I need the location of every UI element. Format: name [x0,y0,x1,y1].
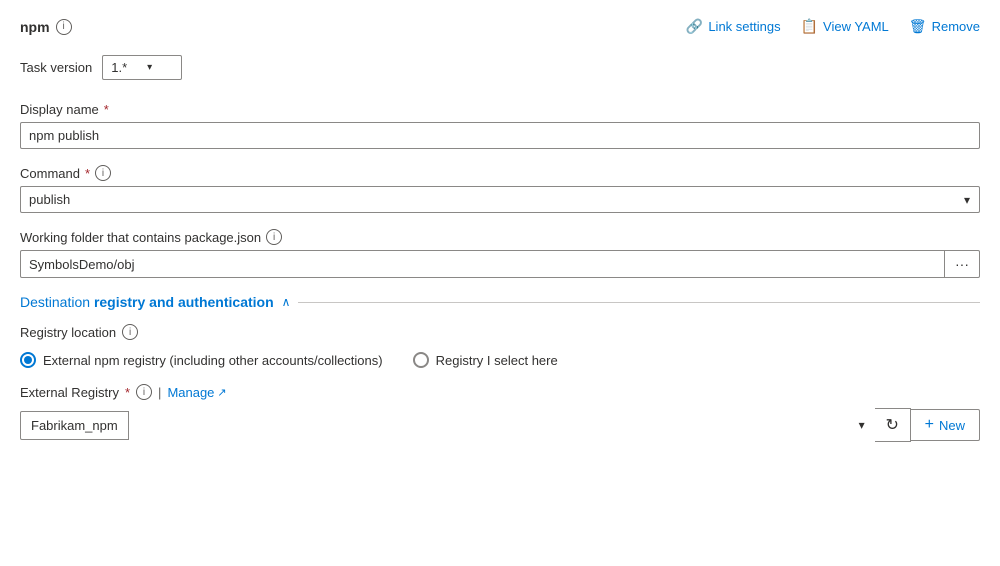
registry-dropdown-wrapper: Fabrikam_npm ▾ [20,411,875,440]
section-title: Destination registry and authentication [20,294,274,310]
external-registry-row: External Registry * i | Manage ↗ [20,384,980,400]
radio-group: External npm registry (including other a… [20,352,980,368]
manage-link[interactable]: Manage ↗ [167,385,226,400]
npm-info-icon[interactable]: i [56,19,72,35]
top-actions: 🔗 Link settings 📋 View YAML 🗑 Remove [686,18,980,35]
remove-button[interactable]: 🗑 Remove [909,18,980,35]
top-left: npm i [20,19,72,35]
view-yaml-label: View YAML [823,19,889,34]
display-name-group: Display name * [20,102,980,149]
radio-select-here-label: Registry I select here [436,353,558,368]
section-header: Destination registry and authentication … [20,294,980,310]
link-settings-label: Link settings [708,19,780,34]
manage-external-icon: ↗ [217,386,226,399]
working-folder-group: Working folder that contains package.jso… [20,229,980,278]
new-button-label: New [939,418,965,433]
external-registry-info-icon[interactable]: i [136,384,152,400]
registry-dropdown[interactable]: Fabrikam_npm [20,411,129,440]
display-name-required: * [104,102,109,117]
command-required: * [85,166,90,181]
working-folder-label: Working folder that contains package.jso… [20,229,980,245]
radio-select-here[interactable]: Registry I select here [413,352,558,368]
view-yaml-button[interactable]: 📋 View YAML [801,18,889,35]
display-name-input[interactable] [20,122,980,149]
pipe-divider: | [158,385,161,400]
remove-label: Remove [932,19,980,34]
registry-refresh-button[interactable]: ↻ [875,408,911,442]
external-registry-label: External Registry [20,385,119,400]
command-info-icon[interactable]: i [95,165,111,181]
radio-external-label: External npm registry (including other a… [43,353,383,368]
display-name-label: Display name * [20,102,980,117]
working-folder-input[interactable] [20,250,945,278]
page-title: npm [20,19,50,35]
section-collapse-icon[interactable]: ∧ [282,295,291,309]
radio-select-here-circle [413,352,429,368]
working-folder-ellipsis-button[interactable]: ··· [945,250,980,278]
registry-location-label: Registry location [20,325,116,340]
top-bar: npm i 🔗 Link settings 📋 View YAML 🗑 Remo… [20,18,980,35]
manage-label: Manage [167,385,214,400]
section-divider-line [298,302,980,303]
registry-chevron-icon: ▾ [859,418,865,432]
task-version-row: Task version 1.* ▾ [20,55,980,80]
task-version-chevron-icon: ▾ [147,62,152,73]
working-folder-input-group: ··· [20,250,980,278]
registry-location-row: Registry location i [20,324,980,340]
link-settings-icon: 🔗 [686,18,703,35]
radio-external-npm[interactable]: External npm registry (including other a… [20,352,383,368]
command-dropdown-wrapper: publish ▾ [20,186,980,213]
command-label: Command * i [20,165,980,181]
task-version-label: Task version [20,60,92,75]
remove-icon: 🗑 [909,18,927,35]
command-group: Command * i publish ▾ [20,165,980,213]
task-version-select[interactable]: 1.* ▾ [102,55,182,80]
registry-new-button[interactable]: + New [911,409,980,441]
registry-location-info-icon[interactable]: i [122,324,138,340]
plus-icon: + [925,416,934,434]
external-registry-required: * [125,385,130,400]
registry-select-row: Fabrikam_npm ▾ ↻ + New [20,408,980,442]
working-folder-info-icon[interactable]: i [266,229,282,245]
view-yaml-icon: 📋 [801,18,818,35]
command-select[interactable]: publish [20,186,980,213]
task-version-value: 1.* [111,60,127,75]
link-settings-button[interactable]: 🔗 Link settings [686,18,781,35]
radio-external-circle [20,352,36,368]
refresh-icon: ↻ [885,415,898,435]
